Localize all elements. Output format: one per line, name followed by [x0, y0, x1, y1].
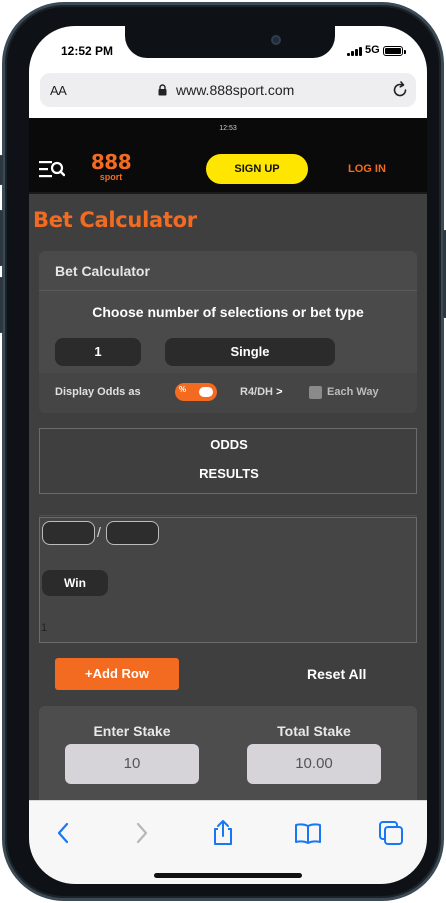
each-way-checkbox[interactable]	[309, 386, 322, 399]
battery-icon	[383, 46, 406, 56]
toggle-knob	[199, 387, 213, 397]
bookmarks-icon[interactable]	[294, 819, 322, 847]
odds-heading: ODDS	[210, 437, 248, 452]
instruction-text: Choose number of selections or bet type	[92, 304, 364, 320]
odds-format-toggle[interactable]: %	[175, 383, 217, 401]
phone-frame: 12:52 PM 5G AA www.888sport.com 12:53 88…	[0, 2, 446, 901]
odds-denominator-input[interactable]	[106, 521, 159, 545]
sign-up-button[interactable]: SIGN UP	[206, 154, 308, 184]
stake-panel: Enter Stake 10 Total Stake 10.00	[39, 706, 417, 800]
outcome-select[interactable]: Win	[42, 570, 108, 596]
chevron-right-icon: >	[276, 386, 283, 398]
total-stake-label: Total Stake	[277, 723, 351, 739]
page-title: Bet Calculator	[33, 208, 197, 232]
address-bar[interactable]: AA www.888sport.com	[40, 73, 416, 107]
results-summary: ODDS RESULTS	[39, 428, 417, 494]
display-odds-label: Display Odds as	[55, 386, 141, 398]
divider	[39, 515, 417, 516]
888sport-logo[interactable]: 888 sport	[89, 152, 133, 186]
home-indicator	[154, 873, 302, 878]
odds-options-row: Display Odds as % R4/DH > Each Way	[39, 373, 417, 413]
odds-numerator-input[interactable]	[42, 521, 95, 545]
text-size-button[interactable]: AA	[50, 83, 67, 98]
each-way-label: Each Way	[327, 386, 379, 398]
lock-icon	[158, 84, 167, 96]
calculator-panel: Bet Calculator Choose number of selectio…	[39, 251, 417, 413]
menu-search-icon[interactable]	[39, 160, 65, 178]
calculator-title: Bet Calculator	[55, 263, 150, 279]
add-row-button[interactable]: +Add Row	[55, 658, 179, 690]
mute-switch	[0, 155, 3, 185]
enter-stake-label: Enter Stake	[93, 723, 171, 739]
r4dh-label: R4/DH	[240, 386, 274, 398]
url-text[interactable]: www.888sport.com	[176, 82, 294, 98]
volume-up-button	[0, 210, 3, 266]
tabs-icon[interactable]	[377, 819, 405, 847]
volume-down-button	[0, 277, 3, 333]
camera-icon	[271, 35, 281, 45]
calculator-header: Bet Calculator	[39, 251, 417, 291]
status-bar: 12:52 PM 5G	[29, 26, 427, 70]
r4dh-link[interactable]: R4/DH >	[240, 386, 283, 398]
log-in-link[interactable]: LOG IN	[348, 163, 386, 175]
results-heading: RESULTS	[199, 466, 259, 481]
logo-main: 888	[90, 150, 132, 174]
site-header: 888 sport SIGN UP LOG IN	[29, 142, 427, 194]
back-icon[interactable]	[50, 819, 78, 847]
forward-icon[interactable]	[127, 819, 155, 847]
enter-stake-input[interactable]: 10	[65, 744, 199, 784]
row-number: 1	[41, 622, 48, 634]
odds-separator: /	[97, 524, 101, 540]
reset-all-button[interactable]: Reset All	[307, 666, 366, 682]
browser-bar: AA www.888sport.com	[29, 70, 427, 118]
percent-symbol: %	[179, 385, 187, 394]
selection-row: / Win 1	[39, 517, 417, 643]
screen: 12:52 PM 5G AA www.888sport.com 12:53 88…	[29, 26, 427, 884]
bet-type-select[interactable]: Single	[165, 338, 335, 366]
status-time: 12:52 PM	[61, 44, 114, 58]
reload-icon[interactable]	[390, 80, 410, 100]
network-type: 5G	[365, 44, 380, 56]
total-stake-value: 10.00	[247, 744, 381, 784]
selections-select[interactable]: 1	[55, 338, 141, 366]
browser-toolbar	[29, 800, 427, 884]
web-content: 12:53 888 sport SIGN UP LOG IN Bet Calcu…	[29, 118, 427, 800]
share-icon[interactable]	[209, 819, 237, 847]
signal-icon	[347, 47, 362, 56]
mini-clock: 12:53	[29, 118, 427, 142]
notch	[125, 26, 335, 58]
